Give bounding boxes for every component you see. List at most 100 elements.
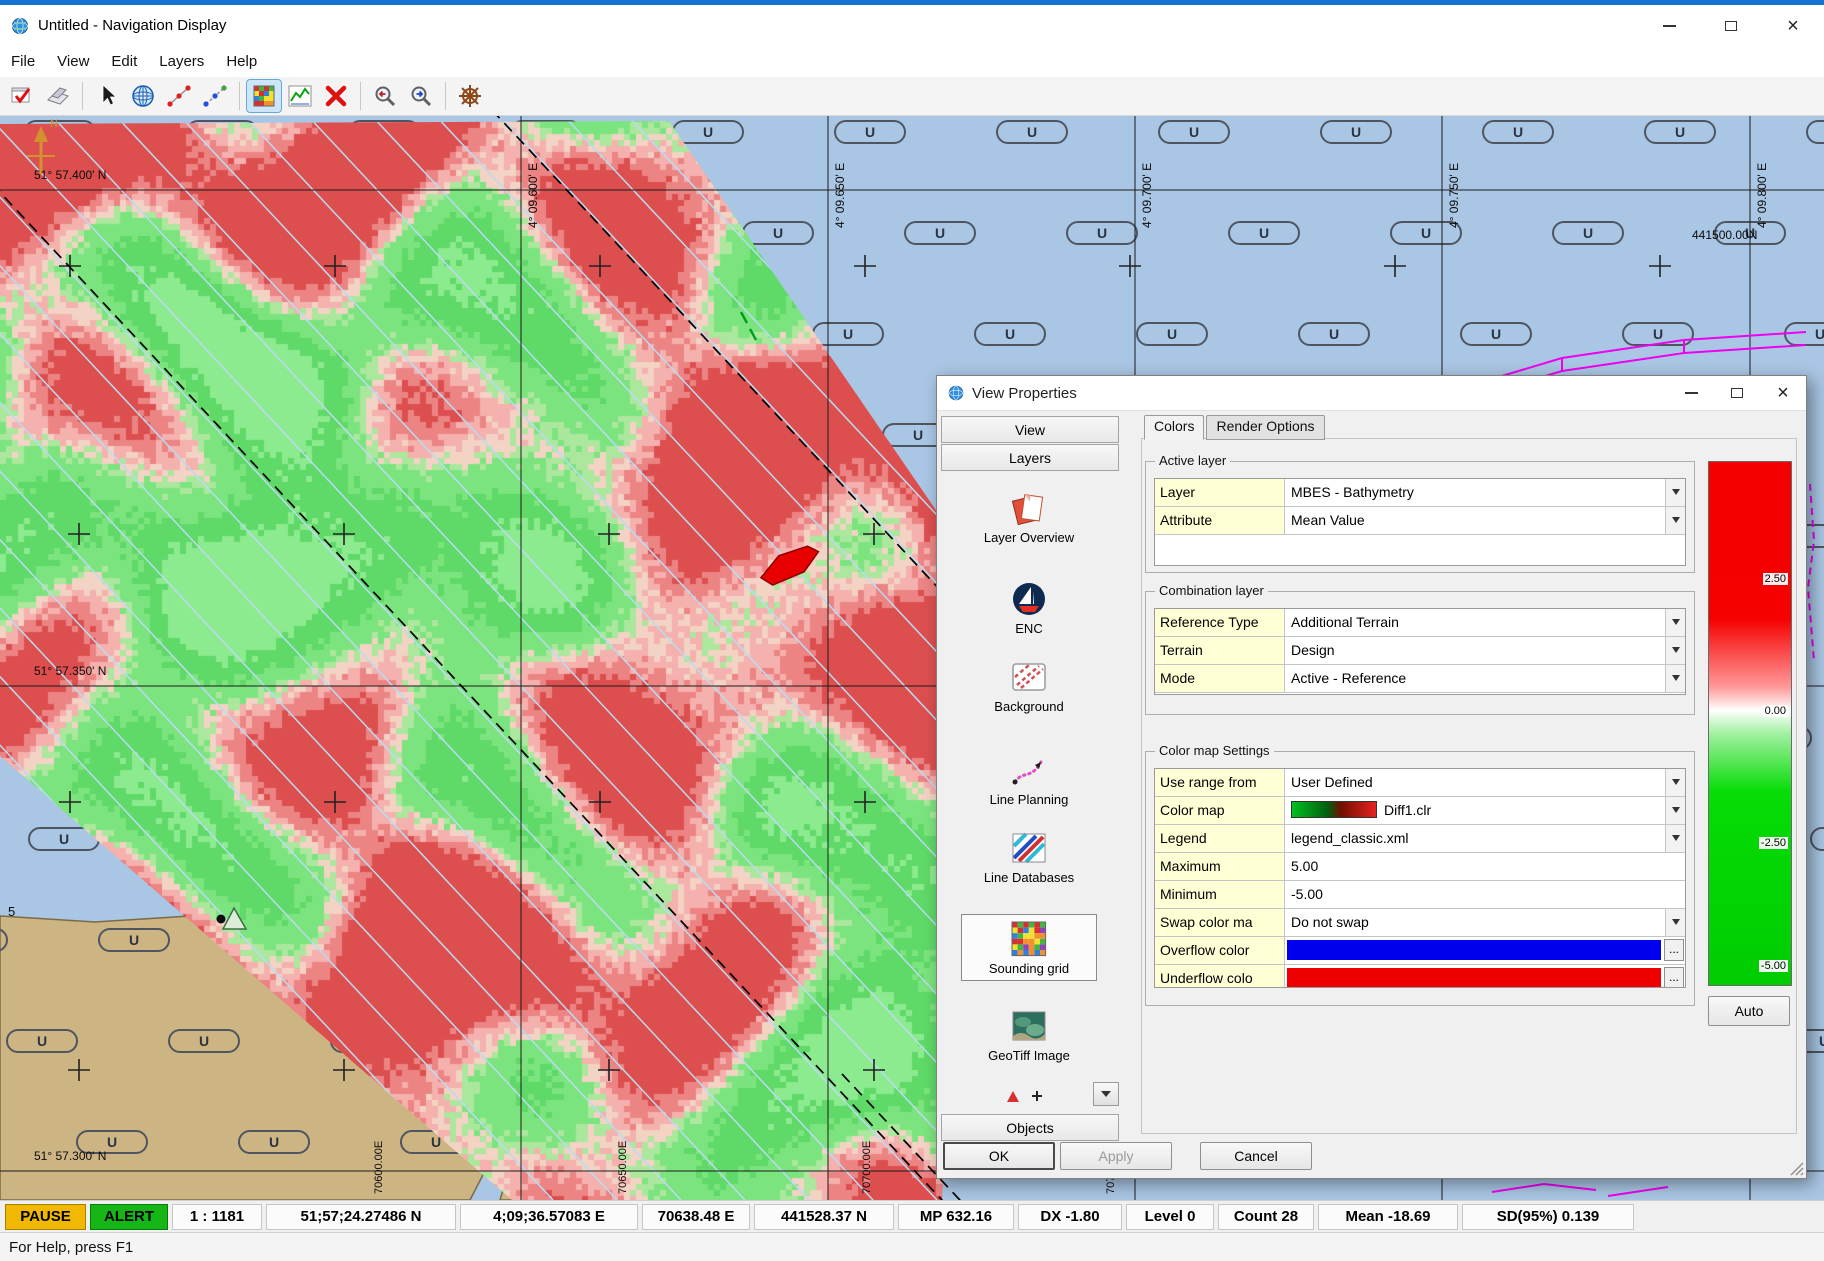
apply-settings-icon[interactable] <box>5 80 39 112</box>
menu-help[interactable]: Help <box>215 53 268 70</box>
colormap-label-underflow-colo: Underflow colo <box>1155 965 1285 988</box>
layer-item-sounding-grid[interactable]: Sounding grid <box>961 914 1097 981</box>
dialog-title: View Properties <box>972 385 1077 402</box>
ok-button[interactable]: OK <box>943 1142 1055 1170</box>
colormap-settings-caption: Color map Settings <box>1155 743 1274 758</box>
layer-item-background[interactable]: Background <box>961 657 1097 714</box>
colormap-label-legend: Legend <box>1155 825 1285 852</box>
resize-grip[interactable] <box>1788 1160 1804 1176</box>
colormap-value-maximum[interactable]: 5.00 <box>1285 853 1685 880</box>
window-title: Untitled - Navigation Display <box>38 17 226 34</box>
measure-points-icon[interactable] <box>198 80 232 112</box>
layer-item-geotiff-image[interactable]: GeoTiff Image <box>961 1006 1097 1063</box>
dialog-close-button[interactable]: × <box>1760 376 1806 410</box>
globe-icon[interactable] <box>126 80 160 112</box>
tab-render-options[interactable]: Render Options <box>1206 415 1324 440</box>
color-swatch[interactable] <box>1287 968 1661 988</box>
alert-indicator: ALERT <box>90 1204 168 1230</box>
dialog-title-bar[interactable]: View Properties × <box>937 376 1806 411</box>
color-picker-button[interactable]: ... <box>1664 967 1684 988</box>
colormap-value-legend[interactable]: legend_classic.xml <box>1285 825 1685 852</box>
active-layer-value-layer[interactable]: MBES - Bathymetry <box>1285 479 1685 506</box>
dropdown-arrow-icon[interactable] <box>1665 797 1685 824</box>
colormap-label-maximum: Maximum <box>1155 853 1285 880</box>
combination-layer-value-mode[interactable]: Active - Reference <box>1285 665 1685 692</box>
section-objects[interactable]: Objects <box>941 1114 1119 1141</box>
maximize-button[interactable] <box>1700 5 1762 46</box>
dropdown-arrow-icon[interactable] <box>1665 637 1685 664</box>
pause-indicator: PAUSE <box>5 1204 86 1230</box>
colormap-value-underflow-colo[interactable]: ... <box>1285 965 1685 988</box>
layer-item-line-databases[interactable]: Line Databases <box>961 828 1097 885</box>
sounding-grid-view-icon[interactable] <box>247 80 281 112</box>
layer-item-label: ENC <box>961 621 1097 636</box>
dropdown-arrow-icon[interactable] <box>1665 665 1685 692</box>
colormap-label-swap-color-ma: Swap color ma <box>1155 909 1285 936</box>
active-layer-value-attribute[interactable]: Mean Value <box>1285 507 1685 534</box>
layer-item-label: GeoTiff Image <box>961 1048 1097 1063</box>
dropdown-arrow-icon[interactable] <box>1665 909 1685 936</box>
color-picker-button[interactable]: ... <box>1664 939 1684 961</box>
colormap-row-underflow-colo: Underflow colo... <box>1155 965 1685 988</box>
active-layer-row-layer: LayerMBES - Bathymetry <box>1155 479 1685 507</box>
menu-layers[interactable]: Layers <box>148 53 215 70</box>
clipped-layer-item <box>997 1088 1077 1104</box>
menu-file[interactable]: File <box>0 53 46 70</box>
level-field: Level 0 <box>1126 1204 1214 1230</box>
dropdown-arrow-icon[interactable] <box>1665 479 1685 506</box>
colormap-value-minimum[interactable]: -5.00 <box>1285 881 1685 908</box>
cancel-button[interactable]: Cancel <box>1200 1142 1312 1170</box>
section-view[interactable]: View <box>941 416 1119 443</box>
mp-field: MP 632.16 <box>898 1204 1014 1230</box>
colormap-value-color-map[interactable]: Diff1.clr <box>1285 797 1685 824</box>
help-text: For Help, press F1 <box>9 1239 133 1256</box>
layer-item-line-planning[interactable]: Line Planning <box>961 750 1097 807</box>
layer-item-layer-overview[interactable]: Layer Overview <box>961 488 1097 545</box>
dropdown-arrow-icon[interactable] <box>1665 769 1685 796</box>
zoom-previous-icon[interactable] <box>368 80 402 112</box>
toolbar-separator <box>360 82 361 110</box>
zoom-window-icon[interactable] <box>404 80 438 112</box>
help-bar: For Help, press F1 <box>0 1232 1824 1261</box>
scale-mark: 5 <box>8 904 15 919</box>
select-layout-icon[interactable] <box>41 80 75 112</box>
count-field: Count 28 <box>1218 1204 1314 1230</box>
close-button[interactable]: × <box>1762 5 1824 46</box>
measure-profile-icon[interactable] <box>162 80 196 112</box>
helmsman-display-icon[interactable] <box>453 80 487 112</box>
color-swatch[interactable] <box>1287 940 1661 960</box>
pointer-icon[interactable] <box>90 80 124 112</box>
profile-chart-icon[interactable] <box>283 80 317 112</box>
combination-layer-row-terrain: TerrainDesign <box>1155 637 1685 665</box>
dropdown-arrow-icon[interactable] <box>1665 507 1685 534</box>
title-bar[interactable]: Untitled - Navigation Display × <box>0 5 1824 46</box>
combination-layer-value-terrain[interactable]: Design <box>1285 637 1685 664</box>
easting-grid-label: 70600.00E <box>373 1141 385 1194</box>
toolbar-separator <box>445 82 446 110</box>
layer-item-enc[interactable]: ENC <box>961 579 1097 636</box>
section-layers[interactable]: Layers <box>941 444 1119 471</box>
dropdown-arrow-icon[interactable] <box>1665 825 1685 852</box>
dialog-restore-button[interactable] <box>1714 376 1760 410</box>
auto-button[interactable]: Auto <box>1708 996 1790 1026</box>
combination-layer-row-reference-type: Reference TypeAdditional Terrain <box>1155 609 1685 637</box>
colormap-value-swap-color-ma[interactable]: Do not swap <box>1285 909 1685 936</box>
menu-view[interactable]: View <box>46 53 100 70</box>
dropdown-arrow-icon[interactable] <box>1665 609 1685 636</box>
colormap-value-overflow-color[interactable]: ... <box>1285 937 1685 964</box>
lon-grid-label: 4° 09.700' E <box>1140 163 1154 228</box>
active-layer-label-layer: Layer <box>1155 479 1285 506</box>
colormap-value-use-range-from[interactable]: User Defined <box>1285 769 1685 796</box>
apply-button[interactable]: Apply <box>1060 1142 1172 1170</box>
delete-icon[interactable] <box>319 80 353 112</box>
tab-colors[interactable]: Colors <box>1144 415 1204 440</box>
scroll-down-button[interactable] <box>1093 1082 1119 1106</box>
dialog-minimize-button[interactable] <box>1668 376 1714 410</box>
layer-item-label: Layer Overview <box>961 530 1097 545</box>
minimize-button[interactable] <box>1638 5 1700 46</box>
colormap-settings-group: Color map Settings Use range fromUser De… <box>1145 751 1695 1006</box>
combination-layer-value-reference-type[interactable]: Additional Terrain <box>1285 609 1685 636</box>
lat-grid-label: 51° 57.350' N <box>34 664 106 678</box>
menu-edit[interactable]: Edit <box>100 53 148 70</box>
colormap-row-overflow-color: Overflow color... <box>1155 937 1685 965</box>
